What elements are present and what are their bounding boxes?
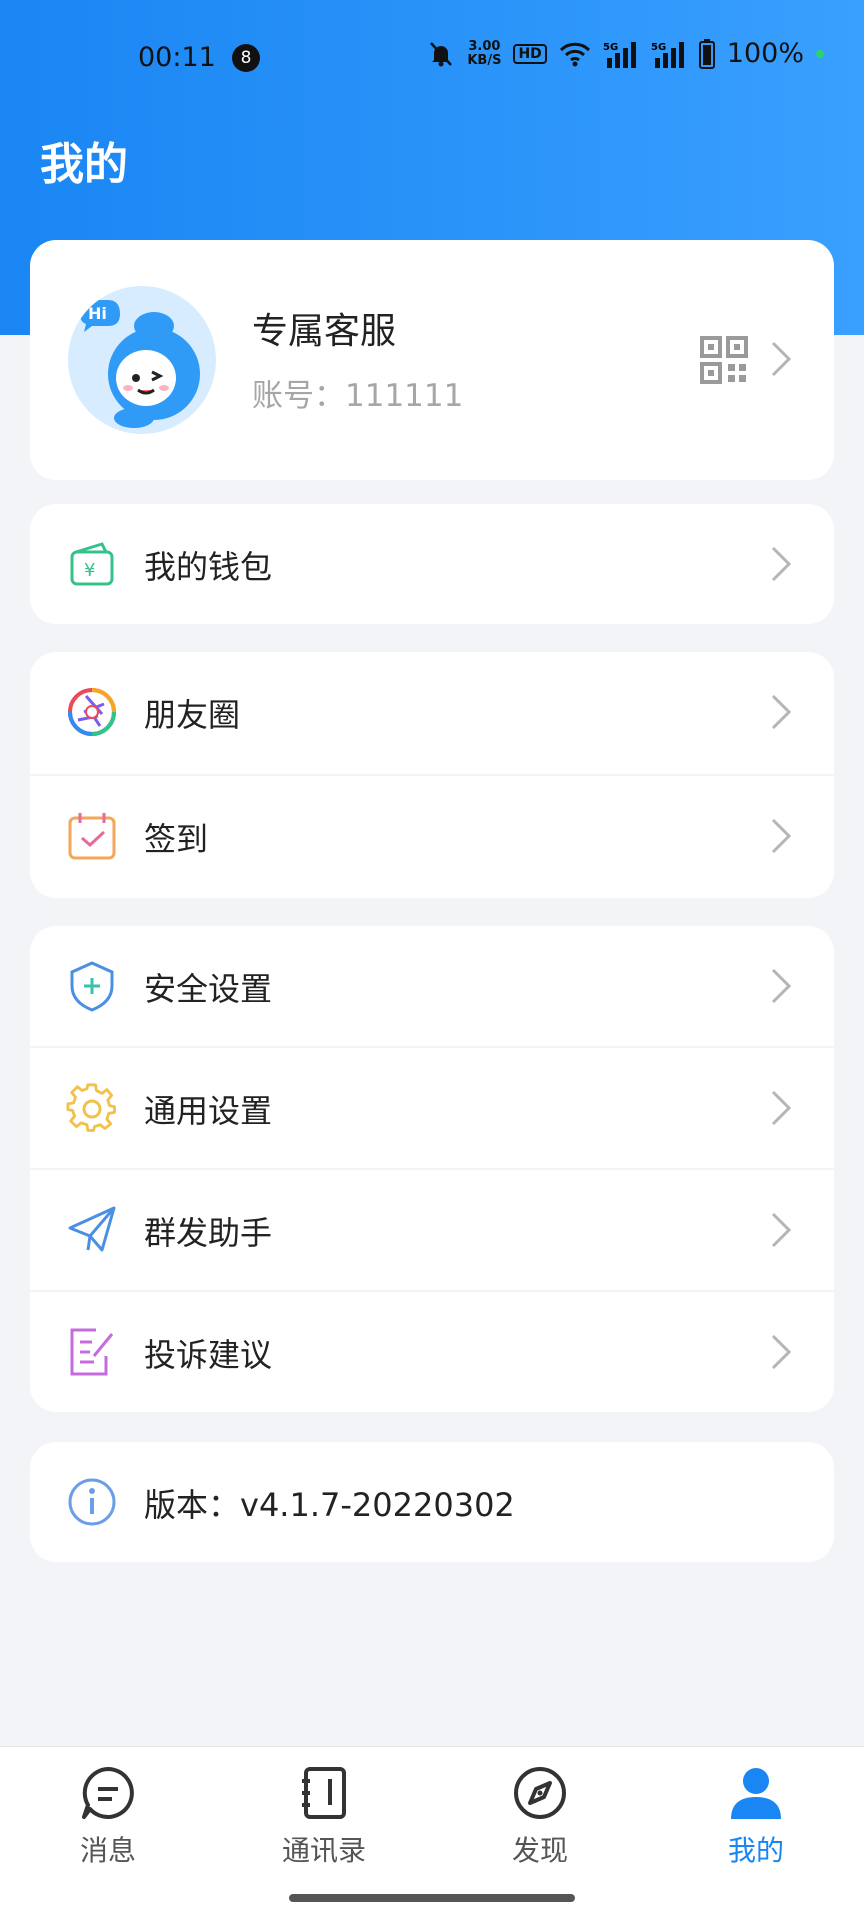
contacts-book-icon: [302, 1767, 346, 1819]
menu-item-label: 签到: [144, 820, 209, 858]
menu-item-broadcast[interactable]: 群发助手: [30, 1170, 834, 1290]
menu-item-label: 通用设置: [144, 1092, 273, 1130]
svg-text:5G: 5G: [651, 42, 666, 53]
chevron-right-icon: [771, 546, 792, 582]
social-card: 朋友圈 签到: [30, 652, 834, 898]
profile-name: 专属客服: [252, 311, 397, 352]
net-speed: 3.00 KB/S: [467, 38, 502, 68]
status-bar: 00:11 8 3.00 KB/S HD 5G 5G 100%: [0, 30, 864, 90]
profile-account: 账号：111111: [252, 378, 464, 414]
version-label: 版本：v4.1.7-20220302: [144, 1486, 515, 1524]
wallet-card: ¥ 我的钱包: [30, 504, 834, 624]
menu-item-label: 投诉建议: [144, 1336, 273, 1374]
hd-icon: HD: [513, 43, 547, 64]
tab-contacts[interactable]: 通讯录: [254, 1765, 394, 1869]
menu-item-label: 朋友圈: [144, 696, 241, 734]
gear-icon: [66, 1083, 116, 1132]
profile-card[interactable]: Hi 专属客服 账号：111111: [30, 240, 834, 480]
signal-5g-icon-2: 5G: [651, 41, 684, 68]
status-icons: 3.00 KB/S HD 5G 5G 100%: [427, 38, 824, 69]
menu-item-moments[interactable]: 朋友圈: [30, 652, 834, 772]
chevron-right-icon: [771, 694, 792, 730]
page-title: 我的: [40, 139, 128, 190]
menu-item-label: 安全设置: [144, 970, 273, 1008]
avatar-badge-text: Hi: [88, 304, 107, 323]
chevron-right-icon: [771, 1090, 792, 1126]
chevron-right-icon: [771, 1212, 792, 1248]
status-time: 00:11: [138, 42, 216, 73]
menu-item-label: 我的钱包: [144, 548, 273, 586]
menu-item-general[interactable]: 通用设置: [30, 1048, 834, 1168]
avatar[interactable]: Hi: [68, 286, 216, 434]
tab-label: 发现: [511, 1834, 568, 1867]
svg-text:¥: ¥: [84, 560, 95, 581]
tab-discover[interactable]: 发现: [470, 1765, 610, 1869]
calendar-check-icon: [68, 813, 116, 860]
net-speed-unit: KB/S: [467, 52, 502, 68]
version-row: 版本：v4.1.7-20220302: [30, 1442, 834, 1562]
chevron-right-icon: [771, 1334, 792, 1370]
net-speed-value: 3.00: [468, 38, 501, 54]
moments-aperture-icon: [68, 688, 116, 736]
chat-bubble-icon: [82, 1767, 134, 1819]
tab-label: 我的: [727, 1834, 784, 1867]
menu-item-label: 群发助手: [144, 1214, 273, 1252]
shield-icon: [70, 961, 114, 1012]
menu-item-checkin[interactable]: 签到: [30, 776, 834, 896]
user-profile-icon: [731, 1768, 781, 1819]
tab-label: 通讯录: [281, 1834, 366, 1867]
chevron-right-icon: [771, 818, 792, 854]
chevron-right-icon: [771, 341, 792, 377]
version-card: 版本：v4.1.7-20220302: [30, 1442, 834, 1562]
compass-icon: [514, 1767, 566, 1819]
signal-5g-icon: 5G: [603, 41, 636, 68]
notification-count-badge: 8: [232, 44, 260, 72]
paper-plane-icon: [68, 1206, 116, 1252]
menu-item-wallet[interactable]: ¥ 我的钱包: [30, 504, 834, 624]
privacy-indicator-dot: [816, 49, 824, 58]
mute-bell-icon: [430, 41, 453, 66]
tab-me[interactable]: 我的: [686, 1765, 826, 1869]
menu-item-security[interactable]: 安全设置: [30, 926, 834, 1046]
battery-icon: [698, 38, 715, 69]
tab-label: 消息: [79, 1834, 136, 1867]
tab-messages[interactable]: 消息: [38, 1765, 178, 1869]
menu-item-feedback[interactable]: 投诉建议: [30, 1292, 834, 1412]
chevron-right-icon: [771, 968, 792, 1004]
svg-text:5G: 5G: [603, 42, 618, 53]
battery-percent: 100%: [726, 38, 804, 69]
qr-code-icon[interactable]: [700, 336, 748, 384]
edit-note-icon: [70, 1328, 114, 1376]
home-indicator[interactable]: [289, 1894, 575, 1902]
wifi-icon: [559, 42, 590, 66]
mascot-avatar-icon: Hi: [68, 286, 216, 434]
info-icon: [68, 1478, 116, 1526]
wallet-icon: ¥: [70, 542, 114, 586]
settings-card: 安全设置 通用设置 群发助手 投诉建议: [30, 926, 834, 1412]
